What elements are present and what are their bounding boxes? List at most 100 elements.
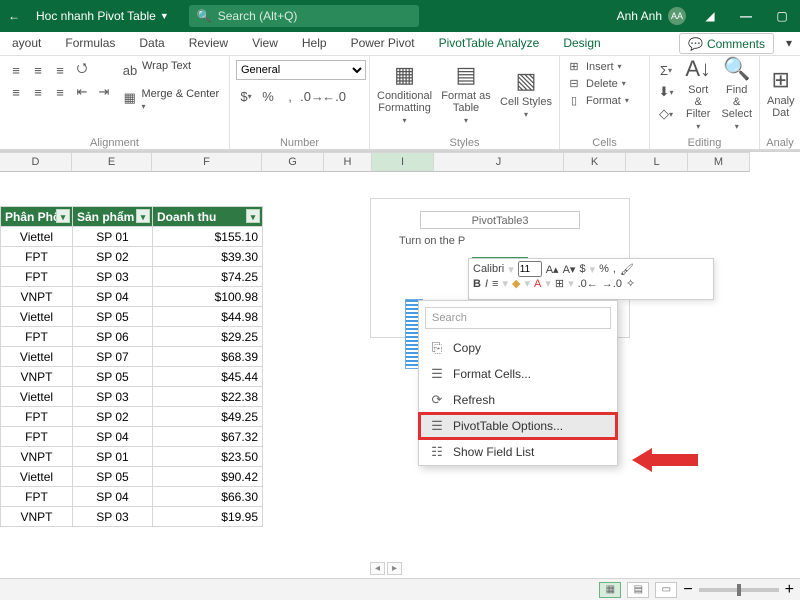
cell-distributor[interactable]: FPT <box>1 327 73 347</box>
sheet-scroll-left-icon[interactable]: ◂ <box>370 562 385 575</box>
document-name[interactable]: Hoc nhanh Pivot Table ▼ <box>28 9 177 23</box>
normal-view-button[interactable]: ▦ <box>599 582 621 598</box>
col-header-d[interactable]: D <box>0 152 72 172</box>
account-button[interactable]: Anh Anh AA <box>617 7 692 25</box>
tab-data[interactable]: Data <box>127 32 176 55</box>
tab-review[interactable]: Review <box>177 32 240 55</box>
col-header-m[interactable]: M <box>688 152 750 172</box>
page-layout-view-button[interactable]: ▤ <box>627 582 649 598</box>
context-search[interactable]: Search <box>425 307 611 329</box>
format-as-table-button[interactable]: ▤ Format as Table <box>439 60 493 126</box>
tab-design[interactable]: Design <box>551 32 612 55</box>
table-row[interactable]: ViettelSP 01$155.10 <box>1 227 263 247</box>
table-row[interactable]: VNPTSP 04$100.98 <box>1 287 263 307</box>
cell-revenue[interactable]: $100.98 <box>153 287 263 307</box>
tab-view[interactable]: View <box>240 32 290 55</box>
cell-product[interactable]: SP 04 <box>73 287 153 307</box>
decrease-decimal-icon[interactable]: ←.0 <box>324 86 344 106</box>
delete-cells-button[interactable]: ⊟Delete <box>566 77 626 90</box>
increase-decimal-icon[interactable]: .0→ <box>302 86 322 106</box>
cell-product[interactable]: SP 04 <box>73 427 153 447</box>
cell-product[interactable]: SP 01 <box>73 447 153 467</box>
cell-revenue[interactable]: $68.39 <box>153 347 263 367</box>
context-refresh[interactable]: ⟳ Refresh <box>419 387 617 413</box>
align-center-icon[interactable]: ≡ <box>28 82 48 102</box>
th-product[interactable]: Sản phẩm▾ <box>73 207 153 227</box>
filter-drop-icon[interactable]: ▾ <box>56 209 70 223</box>
col-header-i[interactable]: I <box>372 152 434 172</box>
align-icon[interactable]: ≡ <box>492 278 498 290</box>
cell-distributor[interactable]: FPT <box>1 487 73 507</box>
cell-distributor[interactable]: Viettel <box>1 347 73 367</box>
autosum-icon[interactable]: Σ <box>656 60 676 80</box>
cell-distributor[interactable]: Viettel <box>1 467 73 487</box>
increase-decimal-mini-icon[interactable]: →.0 <box>602 278 622 290</box>
decrease-decimal-mini-icon[interactable]: .0← <box>578 278 598 290</box>
cell-styles-button[interactable]: ▧ Cell Styles <box>499 60 553 126</box>
comma-icon[interactable]: , <box>613 263 616 275</box>
decrease-font-icon[interactable]: A▾ <box>563 263 576 276</box>
cell-distributor[interactable]: FPT <box>1 427 73 447</box>
format-painter-icon[interactable]: 🖌 <box>620 263 634 276</box>
worksheet[interactable]: D E F G H I J K L M Phân Phố▾ Sản phẩm▾ … <box>0 152 800 578</box>
col-header-h[interactable]: H <box>324 152 372 172</box>
analyze-data-button[interactable]: ⊞ Analy Dat <box>766 60 796 126</box>
table-row[interactable]: ViettelSP 03$22.38 <box>1 387 263 407</box>
context-pivottable-options[interactable]: ☰ PivotTable Options... <box>419 413 617 439</box>
comma-format-icon[interactable]: , <box>280 86 300 106</box>
search-box[interactable]: 🔍 Search (Alt+Q) <box>189 5 419 27</box>
table-row[interactable]: FPTSP 06$29.25 <box>1 327 263 347</box>
more-icon[interactable]: ✧ <box>626 277 635 290</box>
table-row[interactable]: FPTSP 03$74.25 <box>1 267 263 287</box>
currency-icon[interactable]: $ <box>579 263 585 275</box>
cell-product[interactable]: SP 05 <box>73 367 153 387</box>
fill-icon[interactable]: ⬇ <box>656 82 676 102</box>
filter-drop-icon[interactable]: ▾ <box>136 209 150 223</box>
cell-product[interactable]: SP 07 <box>73 347 153 367</box>
cell-distributor[interactable]: Viettel <box>1 227 73 247</box>
pivottable-name[interactable]: PivotTable3 <box>420 211 580 229</box>
th-distributor[interactable]: Phân Phố▾ <box>1 207 73 227</box>
sheet-scroll-right-icon[interactable]: ▸ <box>387 562 402 575</box>
restore-button[interactable]: ▢ <box>764 9 800 23</box>
accounting-format-icon[interactable]: $ <box>236 86 256 106</box>
cell-product[interactable]: SP 02 <box>73 407 153 427</box>
cell-distributor[interactable]: VNPT <box>1 367 73 387</box>
table-row[interactable]: ViettelSP 05$44.98 <box>1 307 263 327</box>
border-icon[interactable]: ⊞ <box>555 277 564 290</box>
cell-distributor[interactable]: FPT <box>1 247 73 267</box>
back-icon[interactable]: ← <box>0 9 28 23</box>
align-bottom-icon[interactable]: ≡ <box>50 60 70 80</box>
ribbon-display-icon[interactable]: ◢ <box>692 9 728 23</box>
cell-product[interactable]: SP 03 <box>73 267 153 287</box>
context-show-field-list[interactable]: ☷ Show Field List <box>419 439 617 465</box>
zoom-in-icon[interactable]: + <box>785 581 794 599</box>
mini-font-name[interactable]: Calibri <box>473 263 504 275</box>
orientation-icon[interactable]: ⭯ <box>72 60 92 80</box>
cell-product[interactable]: SP 03 <box>73 507 153 527</box>
table-row[interactable]: FPTSP 04$66.30 <box>1 487 263 507</box>
share-button[interactable]: ▾ <box>778 32 800 55</box>
find-select-button[interactable]: 🔍 Find & Select <box>720 60 753 126</box>
table-row[interactable]: FPTSP 02$49.25 <box>1 407 263 427</box>
sort-filter-button[interactable]: A↓ Sort & Filter <box>682 60 714 126</box>
filter-drop-icon[interactable]: ▾ <box>246 209 260 223</box>
align-middle-icon[interactable]: ≡ <box>28 60 48 80</box>
percent-icon[interactable]: % <box>599 263 609 275</box>
format-cells-button[interactable]: ▯Format <box>566 94 629 107</box>
conditional-formatting-button[interactable]: ▦ Conditional Formatting <box>376 60 433 126</box>
tab-formulas[interactable]: Formulas <box>53 32 127 55</box>
cell-distributor[interactable]: FPT <box>1 407 73 427</box>
minimize-button[interactable]: — <box>728 9 764 23</box>
table-row[interactable]: FPTSP 02$39.30 <box>1 247 263 267</box>
mini-font-size[interactable] <box>518 261 542 277</box>
zoom-slider[interactable] <box>699 588 779 592</box>
cell-product[interactable]: SP 06 <box>73 327 153 347</box>
fill-color-icon[interactable]: ◆ <box>512 277 520 290</box>
cell-revenue[interactable]: $22.38 <box>153 387 263 407</box>
cell-product[interactable]: SP 03 <box>73 387 153 407</box>
percent-format-icon[interactable]: % <box>258 86 278 106</box>
context-format-cells[interactable]: ☰ Format Cells... <box>419 361 617 387</box>
font-color-icon[interactable]: A <box>534 278 541 290</box>
col-header-l[interactable]: L <box>626 152 688 172</box>
